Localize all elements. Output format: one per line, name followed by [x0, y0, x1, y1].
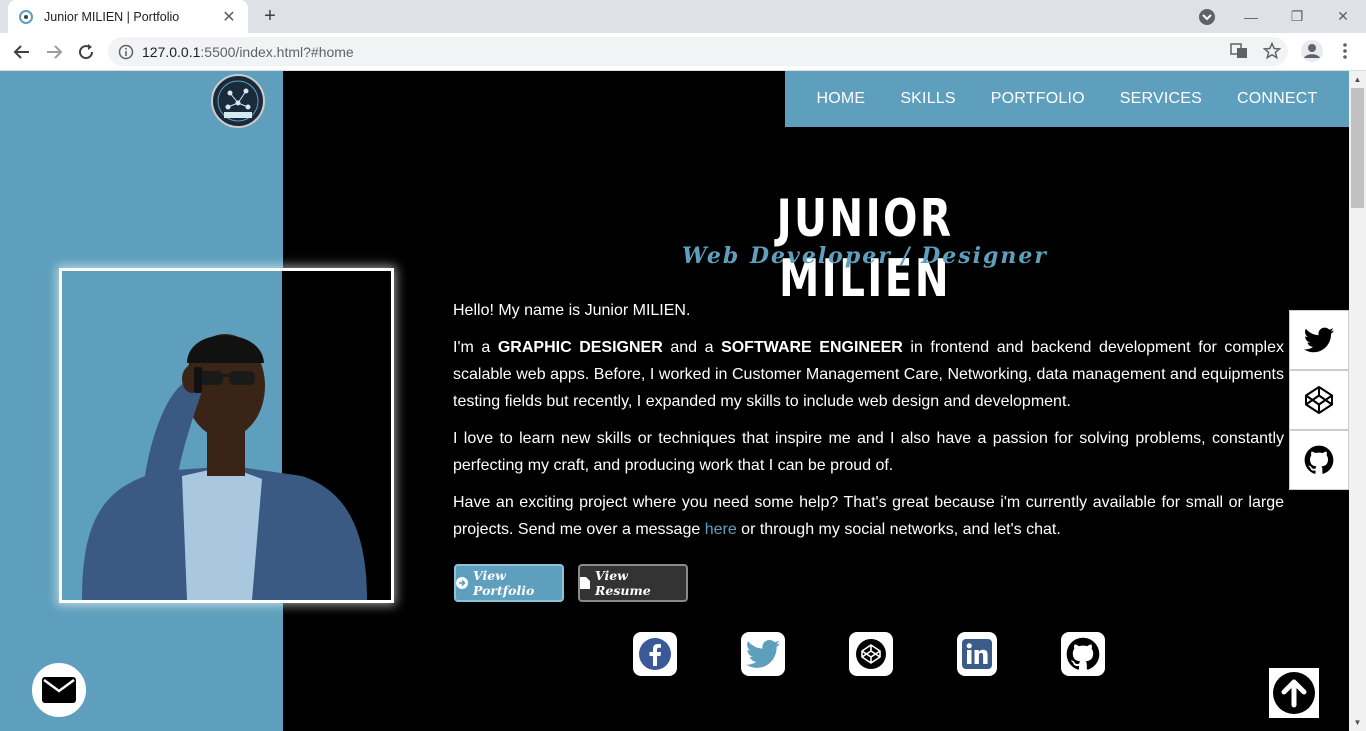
- close-window-button[interactable]: ✕: [1320, 0, 1366, 33]
- nav-services[interactable]: SERVICES: [1120, 90, 1202, 108]
- site-favicon: [19, 9, 33, 24]
- envelope-icon: [42, 677, 76, 703]
- profile-avatar-icon: [1301, 40, 1323, 62]
- profile-portrait-illustration: [62, 271, 391, 600]
- scroll-up-arrow-icon[interactable]: ▲: [1349, 71, 1366, 88]
- browser-tabstrip: Junior MILIEN | Portfolio ✕ + — ❐ ✕: [0, 0, 1366, 33]
- nav-skills[interactable]: SKILLS: [900, 90, 955, 108]
- codepen-icon: [856, 639, 886, 669]
- contact-here-link[interactable]: here: [705, 521, 737, 538]
- reload-icon: [79, 44, 94, 60]
- arrow-circle-up-icon: [1273, 672, 1315, 714]
- browser-toolbar: 127.0.0.1:5500/index.html?#home: [0, 33, 1366, 71]
- minimize-button[interactable]: —: [1228, 0, 1274, 33]
- url-host: 127.0.0.1: [142, 43, 201, 60]
- forward-button[interactable]: [40, 38, 68, 66]
- github-icon: [1066, 637, 1100, 670]
- scroll-to-top-button[interactable]: [1269, 668, 1319, 718]
- side-github-link[interactable]: [1289, 430, 1349, 490]
- browser-menu-button[interactable]: [1332, 38, 1358, 64]
- about-section: Hello! My name is Junior MILIEN. I'm a G…: [453, 297, 1284, 553]
- view-resume-button[interactable]: View Resume: [578, 564, 688, 602]
- scroll-down-arrow-icon[interactable]: ▼: [1349, 714, 1366, 731]
- codepen-link[interactable]: [849, 632, 893, 676]
- url-path: :5500/index.html?#home: [200, 43, 354, 60]
- nav-portfolio[interactable]: PORTFOLIO: [991, 90, 1085, 108]
- scrollbar-thumb[interactable]: [1351, 88, 1364, 208]
- twitter-icon: [746, 640, 780, 668]
- github-icon: [1304, 445, 1334, 474]
- view-portfolio-label: View Portfolio: [473, 568, 535, 598]
- facebook-icon: [639, 638, 671, 670]
- main-navbar: HOME SKILLS PORTFOLIO SERVICES CONNECT: [785, 71, 1349, 127]
- contact-mail-button[interactable]: [30, 661, 88, 719]
- tab-search-icon[interactable]: [1197, 7, 1217, 27]
- view-resume-label: View Resume: [595, 568, 651, 598]
- side-twitter-link[interactable]: [1289, 310, 1349, 370]
- page-viewport: HOME SKILLS PORTFOLIO SERVICES CONNECT J…: [0, 71, 1349, 731]
- twitter-icon: [1304, 327, 1334, 353]
- facebook-link[interactable]: [633, 632, 677, 676]
- about-paragraph-profession: I'm a GRAPHIC DESIGNER and a SOFTWARE EN…: [453, 334, 1284, 415]
- about-greeting: Hello! My name is Junior MILIEN.: [453, 302, 691, 319]
- url-text: 127.0.0.1:5500/index.html?#home: [142, 44, 354, 60]
- hero-role: Web Developer / Designer: [682, 243, 1048, 269]
- twitter-link[interactable]: [741, 632, 785, 676]
- codepen-icon: [1305, 386, 1333, 414]
- role-graphic-designer: GRAPHIC DESIGNER: [497, 339, 663, 356]
- role-software-engineer: SOFTWARE ENGINEER: [721, 339, 903, 356]
- translate-button[interactable]: [1226, 38, 1252, 64]
- site-logo[interactable]: [208, 73, 268, 129]
- github-link[interactable]: [1061, 632, 1105, 676]
- profile-photo: [59, 268, 394, 603]
- tab-title: Junior MILIEN | Portfolio: [44, 9, 180, 24]
- view-portfolio-button[interactable]: View Portfolio: [454, 564, 564, 602]
- site-info-icon[interactable]: [118, 44, 134, 60]
- side-codepen-link[interactable]: [1289, 370, 1349, 430]
- new-tab-button[interactable]: +: [258, 5, 282, 29]
- forward-arrow-icon: [47, 45, 63, 59]
- text-segment: or through my social networks, and let's…: [736, 521, 1061, 538]
- side-social-bar: [1289, 310, 1349, 490]
- page-scrollbar[interactable]: ▲ ▼: [1349, 71, 1366, 731]
- back-arrow-icon: [13, 45, 29, 59]
- browser-tab[interactable]: Junior MILIEN | Portfolio ✕: [8, 0, 248, 33]
- linkedin-icon: [962, 639, 992, 669]
- address-bar[interactable]: 127.0.0.1:5500/index.html?#home: [108, 37, 1288, 66]
- about-paragraph-passion: I love to learn new skills or techniques…: [453, 430, 1284, 474]
- text-segment: I'm a: [453, 339, 498, 356]
- star-icon: [1263, 42, 1281, 60]
- translate-icon: [1230, 43, 1247, 58]
- text-segment: and a: [662, 339, 722, 356]
- profile-button[interactable]: [1299, 38, 1325, 64]
- file-icon: [580, 577, 590, 589]
- kebab-menu-icon: [1343, 43, 1347, 59]
- tab-close-icon[interactable]: ✕: [220, 7, 238, 27]
- restore-button[interactable]: ❐: [1274, 0, 1320, 33]
- arrow-circle-right-icon: [456, 577, 468, 589]
- about-paragraph-contact: Have an exciting project where you need …: [453, 489, 1284, 543]
- reload-button[interactable]: [72, 38, 100, 66]
- linkedin-link[interactable]: [957, 632, 997, 676]
- nav-home[interactable]: HOME: [817, 90, 866, 108]
- nav-connect[interactable]: CONNECT: [1237, 90, 1318, 108]
- back-button[interactable]: [8, 38, 36, 66]
- bookmark-button[interactable]: [1259, 38, 1285, 64]
